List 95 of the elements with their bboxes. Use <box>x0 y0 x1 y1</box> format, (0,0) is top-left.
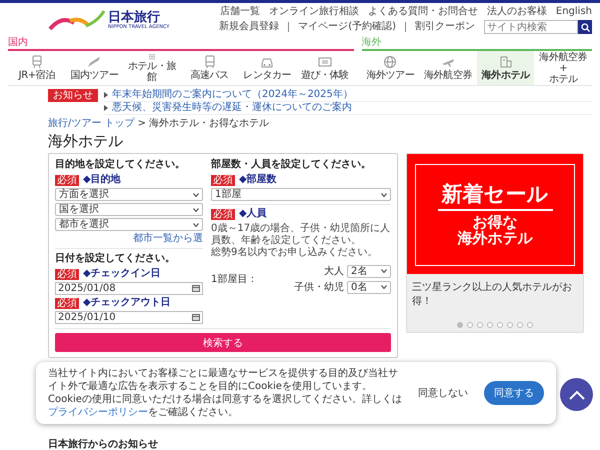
breadcrumb-link[interactable]: 旅行/ツアー トップ <box>48 118 135 130</box>
top-link[interactable]: よくある質問・お問合せ <box>368 6 478 18</box>
carousel-dot[interactable] <box>517 322 523 328</box>
notice-badge: お知らせ <box>48 89 98 102</box>
field-label: ◆目的地 <box>83 174 121 186</box>
account-link[interactable]: マイページ(予約確認) <box>298 21 396 33</box>
caret-up-icon <box>568 390 584 400</box>
search-icon <box>580 22 590 32</box>
train-icon <box>30 55 44 69</box>
privacy-policy-link[interactable]: プライバシーポリシー <box>48 407 148 418</box>
required-badge: 必須 <box>55 268 79 280</box>
swoosh-icon <box>48 9 106 31</box>
chevron-icon <box>193 192 199 196</box>
chevron-icon <box>193 222 199 226</box>
building-icon <box>498 55 513 69</box>
calendar-icon <box>192 285 200 292</box>
nav-tab[interactable]: JR+宿泊 <box>8 51 66 85</box>
airplane-icon <box>87 55 102 69</box>
top-link[interactable]: English <box>556 6 592 18</box>
breadcrumb-current: 海外ホテル・お得なホテル <box>148 118 269 130</box>
chevron-icon <box>381 269 387 273</box>
required-badge: 必須 <box>55 298 79 308</box>
carousel-dot[interactable] <box>497 322 503 328</box>
globe-icon <box>383 55 398 69</box>
nav-tab[interactable]: 海外ホテル <box>476 51 534 85</box>
required-badge: 必須 <box>55 174 79 186</box>
count-label: 大人 <box>324 264 344 278</box>
carousel-dot[interactable] <box>527 322 533 328</box>
carousel-dot[interactable] <box>477 322 483 328</box>
top-link[interactable]: 店舗一覧 <box>220 6 260 18</box>
accept-button[interactable]: 同意する <box>484 381 544 405</box>
nav-tab[interactable]: 海外ツアー <box>362 51 420 85</box>
search-button[interactable]: 検索する <box>55 333 391 352</box>
required-badge: 必須 <box>211 208 235 220</box>
search-button[interactable] <box>578 20 592 34</box>
banner-headline: 新着セール <box>438 183 552 211</box>
select-field[interactable]: 国を選択 <box>55 203 203 216</box>
field-label: ◆チェックアウト日 <box>83 297 171 309</box>
field-label: ◆人員 <box>239 208 267 220</box>
search-field[interactable]: サイト内検索 <box>484 20 578 34</box>
ticket-icon <box>318 55 332 69</box>
triangle-icon <box>104 92 108 98</box>
count-label: 子供・幼児 <box>294 280 344 294</box>
date-field[interactable]: 2025/01/10 <box>55 311 203 324</box>
help-text: 0歳～17歳の場合、子供・幼児箇所に人員数、年齢を設定してください。 <box>211 223 391 246</box>
cookie-text: 当社サイト内においてお客様ごとに最適なサービスを提供する目的及び当社サイト外で最適な広告を表示することを目的にCookieを使用しています。Cookieの使用に同意いただける場合は同意するを選択してください。詳しくは プライバシーポリシーをご確認ください。 <box>48 367 402 419</box>
section-heading: 目的地を設定してください。 <box>55 159 186 171</box>
top-link[interactable]: 法人のお客様 <box>486 6 547 18</box>
account-link[interactable]: 新規会員登録 <box>219 21 280 33</box>
logo-text: 日本旅行 <box>108 10 160 24</box>
select-field[interactable]: 2名 <box>347 264 391 278</box>
chevron-icon <box>381 192 387 196</box>
nav-tab[interactable]: 国内ツアー <box>66 51 124 85</box>
select-field[interactable]: 都市を選択 <box>55 218 203 231</box>
help-text: 総勢9名以内でお申し込みください。 <box>211 247 378 259</box>
nav-tab[interactable]: レンタカー <box>238 51 296 85</box>
top-link[interactable]: オンライン旅行相談 <box>268 6 359 18</box>
carousel-dot[interactable] <box>507 322 513 328</box>
select-field[interactable]: 0名 <box>347 280 391 294</box>
section-heading: 部屋数・人員を設定してください。 <box>211 159 372 171</box>
nav-tab[interactable]: 海外航空券 <box>419 51 477 85</box>
banner-card[interactable]: 新着セール お得な 海外ホテル 三ツ星ランク以上の人気ホテルがお得！ <box>406 153 584 333</box>
carousel-dot[interactable] <box>457 322 463 328</box>
section-title: 国内 <box>8 36 354 51</box>
banner-subline: 海外ホテル <box>458 230 532 247</box>
nav-tab[interactable]: 高速バス <box>180 51 238 85</box>
scroll-top-button[interactable] <box>560 378 593 411</box>
account-link[interactable]: 割引クーポン <box>415 21 475 33</box>
page-title: 海外ホテル <box>48 132 124 150</box>
chevron-icon <box>381 285 387 289</box>
calendar-icon <box>192 314 200 321</box>
date-field[interactable]: 2025/01/08 <box>55 282 203 295</box>
bus-icon <box>202 55 217 69</box>
decline-button[interactable]: 同意しない <box>412 385 474 401</box>
nav-tab[interactable]: 遊び・体験 <box>296 51 354 85</box>
notice-link[interactable]: 年末年始期間のご案内について（2024年～2025年） <box>112 89 353 101</box>
triangle-icon <box>104 105 108 111</box>
select-field[interactable]: 方面を選択 <box>55 188 203 201</box>
carousel-dot[interactable] <box>467 322 473 328</box>
section-heading: 日本旅行からのお知らせ <box>48 439 159 450</box>
nav-tab[interactable]: ホテル・旅館 <box>123 51 181 85</box>
section-heading: 日付を設定してください。 <box>55 253 176 265</box>
chevron-icon <box>193 208 199 212</box>
room-label: 1部屋目： <box>211 272 258 286</box>
banner-caption: 三ツ星ランク以上の人気ホテルがお得！ <box>411 280 573 309</box>
notice-link[interactable]: 悪天候、災害発生時等の遅延・運休についてのご案内 <box>112 102 352 114</box>
city-list-link[interactable]: 都市一覧から選 <box>133 233 203 245</box>
select-field[interactable]: 1部屋 <box>211 188 391 201</box>
required-badge: 必須 <box>211 174 235 186</box>
banner-subline: お得な <box>472 214 518 230</box>
field-label: ◆部屋数 <box>239 174 277 186</box>
field-label: ◆チェックイン日 <box>83 268 161 280</box>
carousel-dot[interactable] <box>487 322 493 328</box>
nav-tab[interactable]: 海外航空券 + ホテル <box>534 51 592 85</box>
breadcrumb-separator: > <box>138 118 146 130</box>
